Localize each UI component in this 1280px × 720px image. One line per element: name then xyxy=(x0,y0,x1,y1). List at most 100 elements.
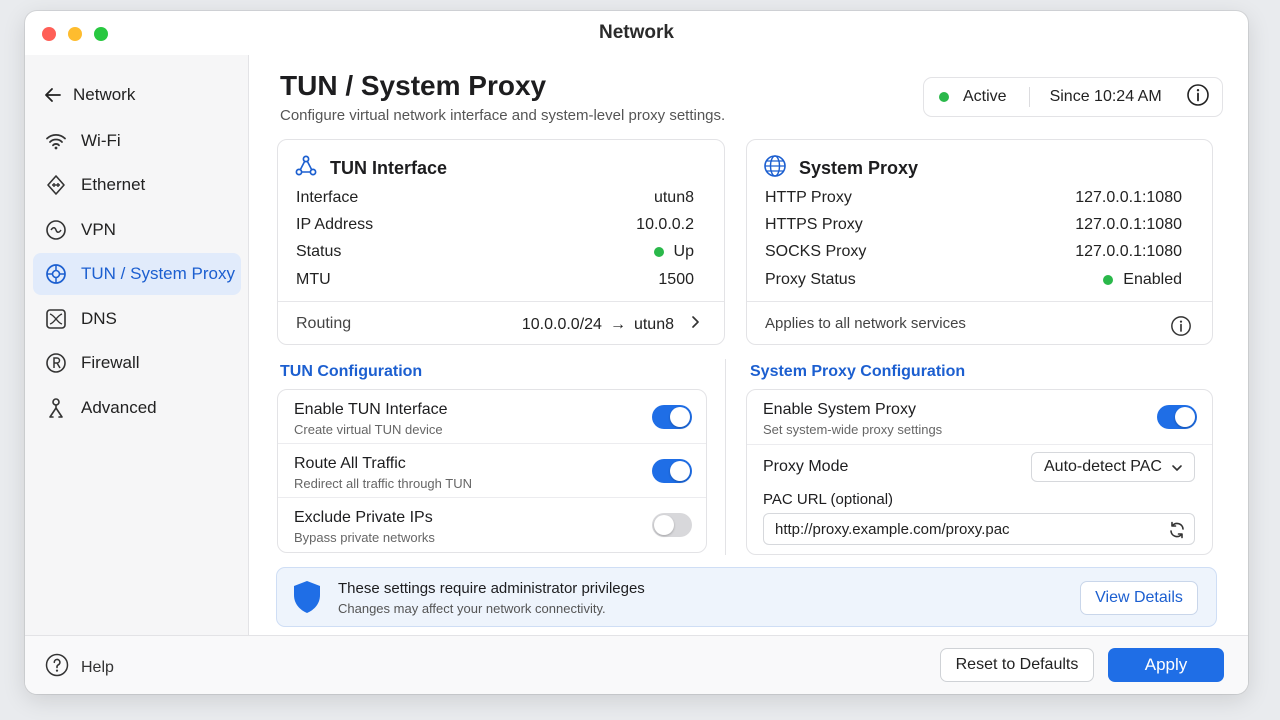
window-controls xyxy=(42,27,108,41)
proxy-mode-value: Auto-detect PAC xyxy=(1044,458,1162,475)
row-value: 10.0.0.2 xyxy=(636,216,694,233)
sidebar-item-wifi[interactable]: Wi-Fi xyxy=(33,120,241,162)
tun-mtu-row: MTU 1500 xyxy=(296,271,694,289)
row-label: Proxy Status xyxy=(765,271,856,288)
chevron-right-icon xyxy=(690,315,700,334)
routing-to: utun8 xyxy=(633,315,674,333)
back-to-network-link[interactable]: Network xyxy=(43,85,135,105)
row-value: Up xyxy=(673,243,694,260)
help-link[interactable]: Help xyxy=(45,653,114,682)
sidebar-item-label: Advanced xyxy=(81,398,157,417)
row-label: HTTP Proxy xyxy=(765,189,852,206)
row-value: Enabled xyxy=(1123,271,1182,288)
enable-proxy-toggle[interactable] xyxy=(1157,405,1197,429)
enable-tun-subtitle: Create virtual TUN device xyxy=(294,422,443,437)
question-icon xyxy=(45,653,69,682)
status-dot xyxy=(1103,275,1114,285)
sidebar-item-label: Ethernet xyxy=(81,175,146,194)
row-label: MTU xyxy=(296,271,331,288)
proxy-status-row: Proxy Status Enabled xyxy=(765,271,1182,289)
info-icon[interactable] xyxy=(1186,83,1210,112)
sidebar-item-firewall[interactable]: Firewall xyxy=(33,342,241,384)
row-label: HTTPS Proxy xyxy=(765,216,863,233)
advanced-icon xyxy=(45,397,67,419)
enable-proxy-subtitle: Set system-wide proxy settings xyxy=(763,422,943,437)
status-dot xyxy=(653,247,664,257)
route-all-subtitle: Redirect all traffic through TUN xyxy=(294,476,472,491)
apply-button[interactable]: Apply xyxy=(1108,648,1224,682)
routing-arrow: → xyxy=(609,315,626,333)
refresh-icon[interactable] xyxy=(1168,521,1186,544)
enable-proxy-title: Enable System Proxy xyxy=(763,401,916,418)
status-indicator: Active Since 10:24 AM xyxy=(923,77,1223,117)
tun-ip-row: IP Address 10.0.0.2 xyxy=(296,216,694,234)
title-bar: Network xyxy=(25,11,1248,55)
sidebar-item-label: VPN xyxy=(81,220,116,239)
close-window-button[interactable] xyxy=(42,27,56,41)
proxy-mode-label: Proxy Mode xyxy=(763,458,849,475)
tun-proxy-icon xyxy=(45,263,67,285)
tun-card-header: TUN Interface xyxy=(294,154,447,183)
arrow-left-icon xyxy=(43,85,63,105)
routing-from: 10.0.0.0/24 xyxy=(521,315,602,333)
row-divider xyxy=(278,443,706,444)
info-icon[interactable] xyxy=(1170,315,1192,342)
proxy-card-title: System Proxy xyxy=(799,158,919,178)
proxy-note: Applies to all network services xyxy=(765,315,966,332)
network-window: Network Network Wi-Fi Ethernet VPN TUN /… xyxy=(25,11,1248,694)
enable-tun-toggle[interactable] xyxy=(652,405,692,429)
tun-status-row: Status Up xyxy=(296,243,694,261)
firewall-icon xyxy=(45,352,67,374)
tun-config-card: Enable TUN Interface Create virtual TUN … xyxy=(277,389,707,553)
page-subtitle: Configure virtual network interface and … xyxy=(280,107,726,124)
sidebar-item-ethernet[interactable]: Ethernet xyxy=(33,164,241,206)
exclude-private-toggle[interactable] xyxy=(652,513,692,537)
status-dot xyxy=(939,92,949,102)
tun-config-section-title: TUN Configuration xyxy=(280,363,423,380)
sidebar-item-label: TUN / System Proxy xyxy=(81,264,235,283)
network-nodes-icon xyxy=(294,154,318,183)
maximize-window-button[interactable] xyxy=(94,27,108,41)
pac-url-input[interactable] xyxy=(763,513,1195,545)
row-value: utun8 xyxy=(653,189,694,206)
sidebar-item-label: DNS xyxy=(81,309,117,328)
proxy-config-section-title: System Proxy Configuration xyxy=(750,363,966,380)
row-label: IP Address xyxy=(296,216,374,233)
vpn-icon xyxy=(45,219,67,241)
row-value: 127.0.0.1:1080 xyxy=(1075,216,1182,233)
routing-row[interactable]: Routing 10.0.0.0/24 → utun8 xyxy=(296,315,700,334)
window-footer: Help Reset to Defaults Apply xyxy=(25,635,1248,694)
sidebar-item-advanced[interactable]: Advanced xyxy=(33,387,241,429)
row-value: 1500 xyxy=(658,271,694,288)
route-all-toggle[interactable] xyxy=(652,459,692,483)
banner-title: These settings require administrator pri… xyxy=(338,580,645,597)
toggle-knob xyxy=(670,407,690,427)
system-proxy-card: System Proxy HTTP Proxy 127.0.0.1:1080 H… xyxy=(746,139,1213,345)
exclude-private-subtitle: Bypass private networks xyxy=(294,530,435,545)
reset-to-defaults-button[interactable]: Reset to Defaults xyxy=(940,648,1094,682)
view-details-button[interactable]: View Details xyxy=(1080,581,1198,615)
sidebar-item-tun-system-proxy[interactable]: TUN / System Proxy xyxy=(33,253,241,295)
row-value: 127.0.0.1:1080 xyxy=(1075,189,1182,206)
socks-proxy-row: SOCKS Proxy 127.0.0.1:1080 xyxy=(765,243,1182,261)
help-label: Help xyxy=(81,658,114,676)
ethernet-icon xyxy=(45,174,67,196)
toggle-knob xyxy=(670,461,690,481)
sidebar-item-vpn[interactable]: VPN xyxy=(33,209,241,251)
routing-label: Routing xyxy=(296,315,352,332)
toggle-knob xyxy=(654,515,674,535)
row-label: Interface xyxy=(296,189,359,206)
sidebar-item-dns[interactable]: DNS xyxy=(33,298,241,340)
pac-url-label: PAC URL (optional) xyxy=(763,491,894,508)
section-divider xyxy=(725,359,726,555)
https-proxy-row: HTTPS Proxy 127.0.0.1:1080 xyxy=(765,216,1182,234)
tun-card-title: TUN Interface xyxy=(330,158,448,178)
card-divider xyxy=(747,301,1212,302)
proxy-mode-select[interactable]: Auto-detect PAC xyxy=(1031,452,1195,482)
tun-interface-row: Interface utun8 xyxy=(296,189,694,207)
row-value: 127.0.0.1:1080 xyxy=(1075,243,1182,260)
http-proxy-row: HTTP Proxy 127.0.0.1:1080 xyxy=(765,189,1182,207)
proxy-config-card: Enable System Proxy Set system-wide prox… xyxy=(746,389,1213,555)
exclude-private-title: Exclude Private IPs xyxy=(294,509,433,526)
minimize-window-button[interactable] xyxy=(68,27,82,41)
